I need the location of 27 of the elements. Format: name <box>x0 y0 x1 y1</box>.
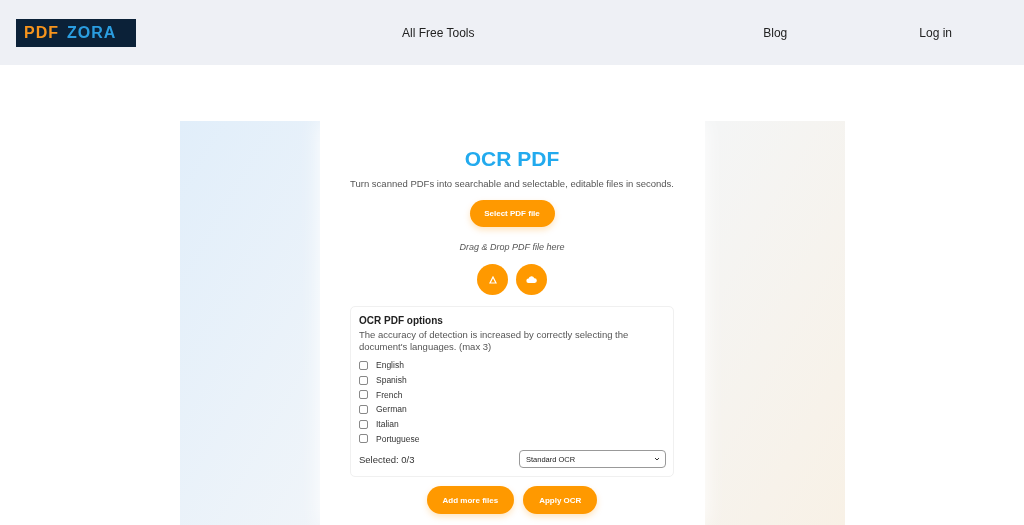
caret-icon <box>654 457 660 461</box>
checkbox[interactable] <box>359 404 368 414</box>
options-heading: OCR PDF options <box>359 315 444 326</box>
checkbox[interactable] <box>359 390 368 400</box>
language-label: Portuguese <box>376 433 420 444</box>
drop-hint: Drag & Drop PDF file here <box>459 242 565 252</box>
language-label: German <box>376 404 407 415</box>
site-logo[interactable]: PDF ZORA <box>16 18 136 47</box>
checkbox[interactable] <box>359 360 368 370</box>
language-label: Spanish <box>376 375 407 386</box>
options-description: The accuracy of detection is increased by correctly selecting the document's languages. (max 3) <box>359 329 630 353</box>
cloud-icon <box>526 276 537 283</box>
nav-link[interactable]: All Free Tools <box>402 25 475 40</box>
checkbox[interactable] <box>359 375 368 385</box>
language-label: Italian <box>376 419 399 430</box>
drive-button[interactable] <box>477 264 508 295</box>
nav-link[interactable]: Log in <box>919 25 952 40</box>
page-subtitle: Turn scanned PDFs into searchable and selectable, editable files in seconds. <box>350 178 674 189</box>
language-label: French <box>376 389 403 400</box>
cloud-button[interactable] <box>516 264 547 295</box>
nav-link[interactable]: Blog <box>763 25 788 40</box>
page-title: OCR PDF <box>464 147 560 171</box>
triangle-icon <box>488 275 497 284</box>
language-label: English <box>376 360 404 371</box>
checkbox[interactable] <box>359 419 368 429</box>
checkbox[interactable] <box>359 434 368 444</box>
selected-count: Selected: 0/3 <box>359 453 415 465</box>
